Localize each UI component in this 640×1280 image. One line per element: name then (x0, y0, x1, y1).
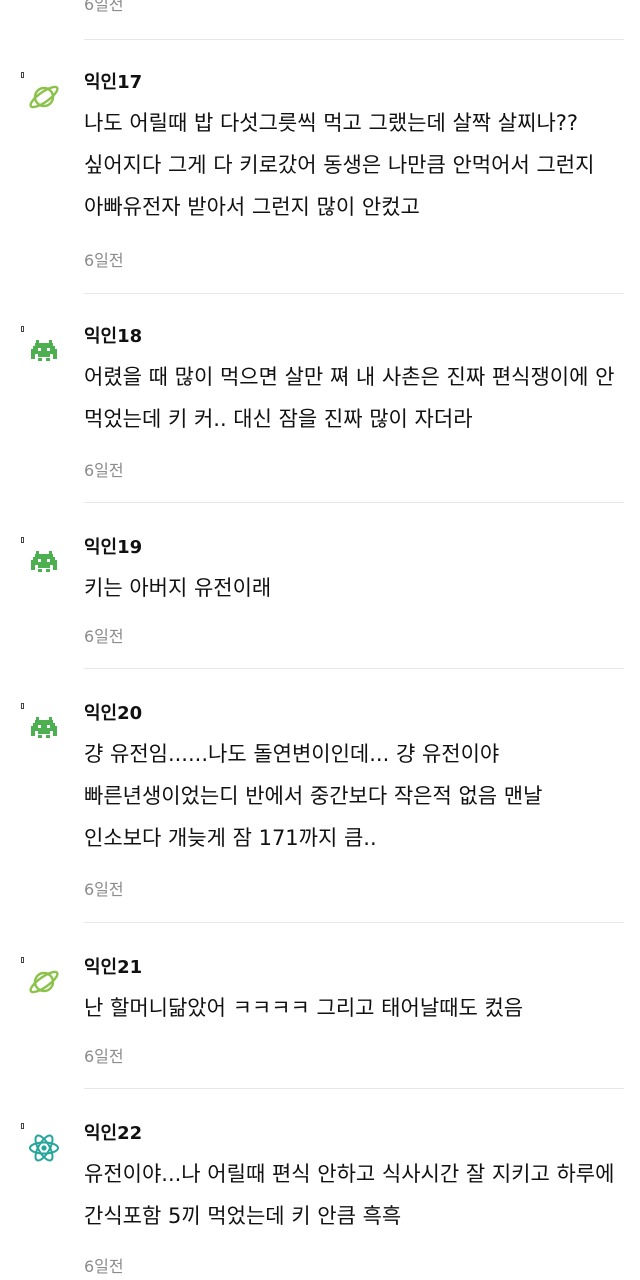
comment-time: 6일전 (84, 251, 124, 270)
comment-author[interactable]: 익인19 (84, 537, 142, 559)
space-invader-icon (27, 545, 61, 579)
report-marker[interactable] (21, 703, 24, 709)
comment-text: 걍 유전임......나도 돌연변이인데... 걍 유전이야 빠른년생이었는디 … (84, 742, 543, 850)
comment-text: 유전이야...나 어릴때 편식 안하고 식사시간 잘 지키고 하루에 간식포함 … (84, 1162, 615, 1228)
divider (84, 668, 624, 669)
planet-icon (27, 965, 61, 999)
comment-text: 어렸을 때 많이 먹으면 살만 쪄 내 사촌은 진짜 편식쟁이에 안 먹었는데 … (84, 365, 615, 431)
report-marker[interactable] (21, 957, 24, 963)
comment-author[interactable]: 익인17 (84, 72, 142, 94)
comment-author[interactable]: 익인18 (84, 326, 142, 348)
planet-icon (27, 80, 61, 114)
comment-time: 6일전 (84, 1257, 124, 1276)
comment-time: 6일전 (84, 0, 124, 14)
comment-time: 6일전 (84, 627, 124, 646)
space-invader-icon (27, 711, 61, 745)
space-invader-icon (27, 334, 61, 368)
comment-text: 키는 아버지 유전이래 (84, 576, 272, 600)
comment-author[interactable]: 익인20 (84, 703, 142, 725)
report-marker[interactable] (21, 326, 24, 332)
report-marker[interactable] (21, 72, 24, 78)
report-marker[interactable] (21, 1123, 24, 1129)
comment-time: 6일전 (84, 1047, 124, 1066)
comment-time: 6일전 (84, 461, 124, 480)
comment-author[interactable]: 익인22 (84, 1123, 142, 1145)
divider (84, 922, 624, 923)
comment-text: 나도 어릴때 밥 다섯그릇씩 먹고 그랬는데 살짝 살찌나?? 싶어지다 그게 … (84, 111, 595, 219)
report-marker[interactable] (21, 537, 24, 543)
comment-author[interactable]: 익인21 (84, 957, 142, 979)
atom-icon (27, 1131, 61, 1165)
comment-text: 난 할머니닮았어 ㅋㅋㅋㅋ 그리고 태어날때도 컸음 (84, 996, 524, 1020)
divider (84, 1088, 624, 1089)
comment-time: 6일전 (84, 880, 124, 899)
divider (84, 502, 624, 503)
divider (84, 39, 624, 40)
divider (84, 293, 624, 294)
